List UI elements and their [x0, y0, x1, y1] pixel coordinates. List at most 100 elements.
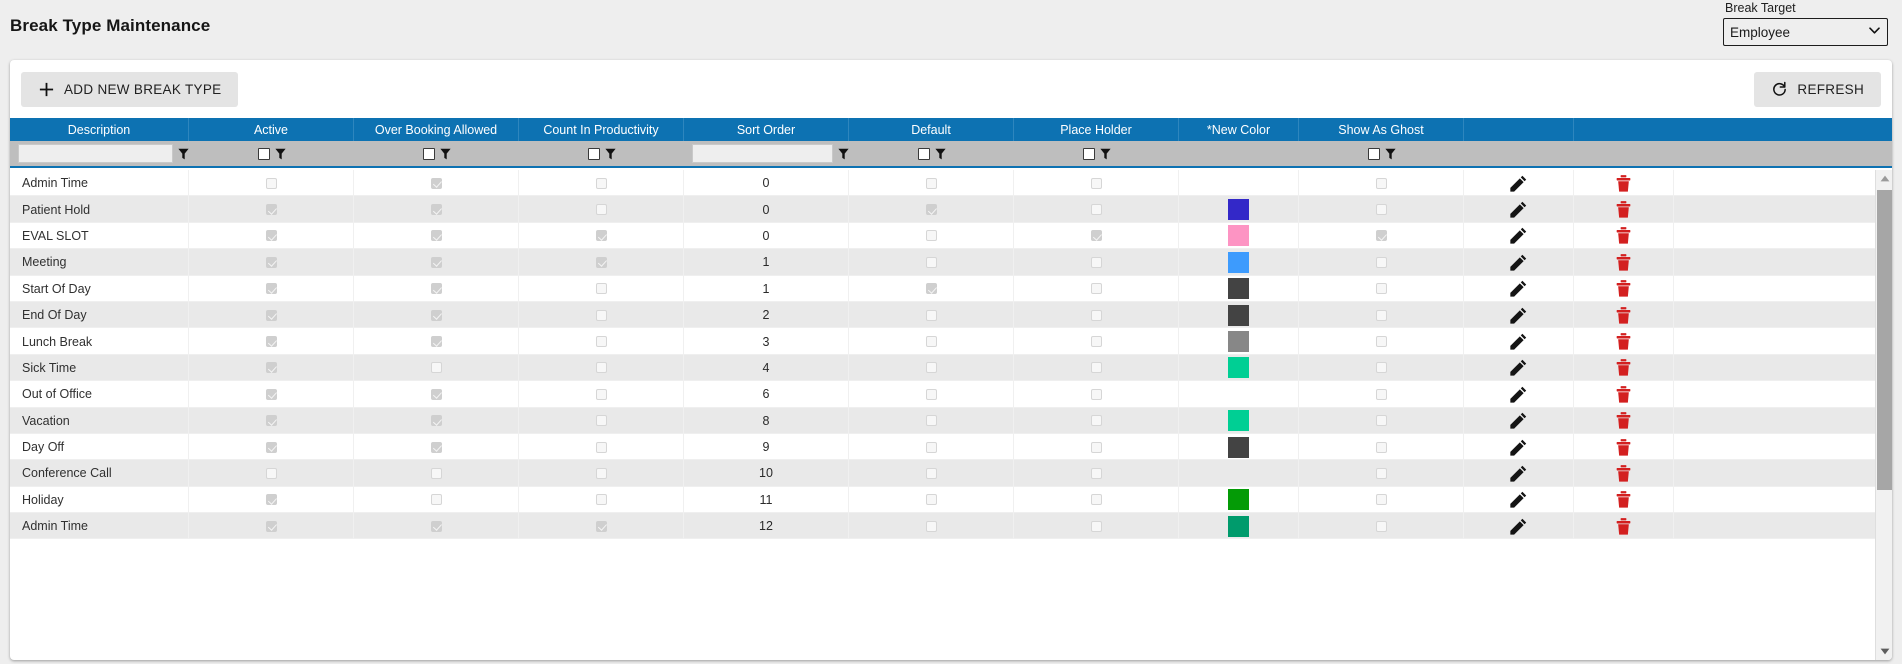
pencil-icon[interactable]	[1509, 358, 1528, 377]
table-row[interactable]: Admin Time 12	[10, 513, 1875, 540]
pencil-icon[interactable]	[1509, 174, 1528, 193]
edit-row-button[interactable]	[1464, 222, 1574, 250]
table-row[interactable]: Start Of Day 1	[10, 275, 1875, 302]
table-row[interactable]: Vacation 8	[10, 407, 1875, 434]
trash-icon[interactable]	[1614, 279, 1633, 298]
pencil-icon[interactable]	[1509, 490, 1528, 509]
column-header-place_holder[interactable]: Place Holder	[1014, 118, 1179, 141]
pencil-icon[interactable]	[1509, 517, 1528, 536]
checkbox-place_holder[interactable]	[1090, 494, 1102, 506]
checkbox-count_in_prod[interactable]	[595, 388, 607, 400]
checkbox-active[interactable]	[265, 362, 277, 374]
edit-row-button[interactable]	[1464, 486, 1574, 514]
checkbox-count_in_prod[interactable]	[595, 362, 607, 374]
checkbox-place_holder[interactable]	[1090, 230, 1102, 242]
checkbox-show_as_ghost[interactable]	[1375, 415, 1387, 427]
checkbox-count_in_prod[interactable]	[595, 467, 607, 479]
trash-icon[interactable]	[1614, 385, 1633, 404]
checkbox-default[interactable]	[925, 520, 937, 532]
delete-row-button[interactable]	[1574, 301, 1674, 329]
table-row[interactable]: Out of Office 6	[10, 381, 1875, 408]
checkbox-place_holder[interactable]	[1090, 467, 1102, 479]
color-swatch[interactable]	[1228, 489, 1249, 511]
filter-funnel-icon[interactable]	[604, 148, 616, 160]
table-row[interactable]: Conference Call 10	[10, 460, 1875, 487]
table-row[interactable]: End Of Day 2	[10, 301, 1875, 329]
trash-icon[interactable]	[1614, 490, 1633, 509]
color-swatch[interactable]	[1228, 304, 1249, 326]
edit-row-button[interactable]	[1464, 196, 1574, 223]
checkbox-count_in_prod[interactable]	[595, 336, 607, 348]
checkbox-count_in_prod[interactable]	[595, 230, 607, 242]
filter-input-description[interactable]	[18, 144, 173, 163]
checkbox-place_holder[interactable]	[1090, 336, 1102, 348]
edit-row-button[interactable]	[1464, 328, 1574, 355]
checkbox-count_in_prod[interactable]	[595, 494, 607, 506]
checkbox-show_as_ghost[interactable]	[1375, 520, 1387, 532]
checkbox-default[interactable]	[925, 204, 937, 216]
checkbox-place_holder[interactable]	[1090, 415, 1102, 427]
scroll-up-arrow-icon[interactable]	[1876, 170, 1892, 187]
trash-icon[interactable]	[1614, 306, 1633, 325]
delete-row-button[interactable]	[1574, 433, 1674, 461]
checkbox-active[interactable]	[265, 441, 277, 453]
filter-checkbox-over_booking[interactable]	[422, 147, 435, 160]
delete-row-button[interactable]	[1574, 196, 1674, 223]
pencil-icon[interactable]	[1509, 279, 1528, 298]
pencil-icon[interactable]	[1509, 226, 1528, 245]
checkbox-over_booking[interactable]	[430, 467, 442, 479]
delete-row-button[interactable]	[1574, 222, 1674, 250]
checkbox-show_as_ghost[interactable]	[1375, 441, 1387, 453]
checkbox-show_as_ghost[interactable]	[1375, 336, 1387, 348]
pencil-icon[interactable]	[1509, 385, 1528, 404]
column-header-new_color[interactable]: *New Color	[1179, 118, 1299, 141]
trash-icon[interactable]	[1614, 438, 1633, 457]
checkbox-place_holder[interactable]	[1090, 309, 1102, 321]
column-header-over_booking[interactable]: Over Booking Allowed	[354, 118, 519, 141]
checkbox-default[interactable]	[925, 415, 937, 427]
column-header-sort_order[interactable]: Sort Order	[684, 118, 849, 141]
checkbox-default[interactable]	[925, 336, 937, 348]
checkbox-place_holder[interactable]	[1090, 520, 1102, 532]
checkbox-count_in_prod[interactable]	[595, 204, 607, 216]
filter-input-sort_order[interactable]	[692, 144, 833, 163]
checkbox-active[interactable]	[265, 388, 277, 400]
table-row[interactable]: EVAL SLOT 0	[10, 222, 1875, 250]
color-swatch[interactable]	[1228, 515, 1249, 537]
delete-row-button[interactable]	[1574, 354, 1674, 382]
checkbox-count_in_prod[interactable]	[595, 283, 607, 295]
color-swatch[interactable]	[1228, 410, 1249, 432]
delete-row-button[interactable]	[1574, 486, 1674, 514]
color-swatch[interactable]	[1228, 357, 1249, 379]
checkbox-count_in_prod[interactable]	[595, 520, 607, 532]
checkbox-over_booking[interactable]	[430, 336, 442, 348]
checkbox-over_booking[interactable]	[430, 494, 442, 506]
table-row[interactable]: Lunch Break 3	[10, 328, 1875, 355]
checkbox-default[interactable]	[925, 309, 937, 321]
pencil-icon[interactable]	[1509, 253, 1528, 272]
filter-funnel-icon[interactable]	[838, 148, 849, 160]
break-target-select[interactable]: EmployeeResourceLocation	[1723, 18, 1888, 46]
table-row[interactable]: Patient Hold 0	[10, 196, 1875, 223]
checkbox-over_booking[interactable]	[430, 230, 442, 242]
trash-icon[interactable]	[1614, 332, 1633, 351]
column-header-description[interactable]: Description	[10, 118, 189, 141]
checkbox-count_in_prod[interactable]	[595, 441, 607, 453]
edit-row-button[interactable]	[1464, 354, 1574, 382]
color-swatch[interactable]	[1228, 199, 1249, 221]
checkbox-active[interactable]	[265, 256, 277, 268]
pencil-icon[interactable]	[1509, 200, 1528, 219]
scroll-down-arrow-icon[interactable]	[1876, 643, 1892, 660]
checkbox-show_as_ghost[interactable]	[1375, 230, 1387, 242]
pencil-icon[interactable]	[1509, 438, 1528, 457]
trash-icon[interactable]	[1614, 226, 1633, 245]
checkbox-over_booking[interactable]	[430, 441, 442, 453]
checkbox-over_booking[interactable]	[430, 309, 442, 321]
checkbox-active[interactable]	[265, 204, 277, 216]
trash-icon[interactable]	[1614, 358, 1633, 377]
checkbox-place_holder[interactable]	[1090, 256, 1102, 268]
checkbox-active[interactable]	[265, 415, 277, 427]
checkbox-default[interactable]	[925, 494, 937, 506]
checkbox-over_booking[interactable]	[430, 204, 442, 216]
checkbox-default[interactable]	[925, 362, 937, 374]
